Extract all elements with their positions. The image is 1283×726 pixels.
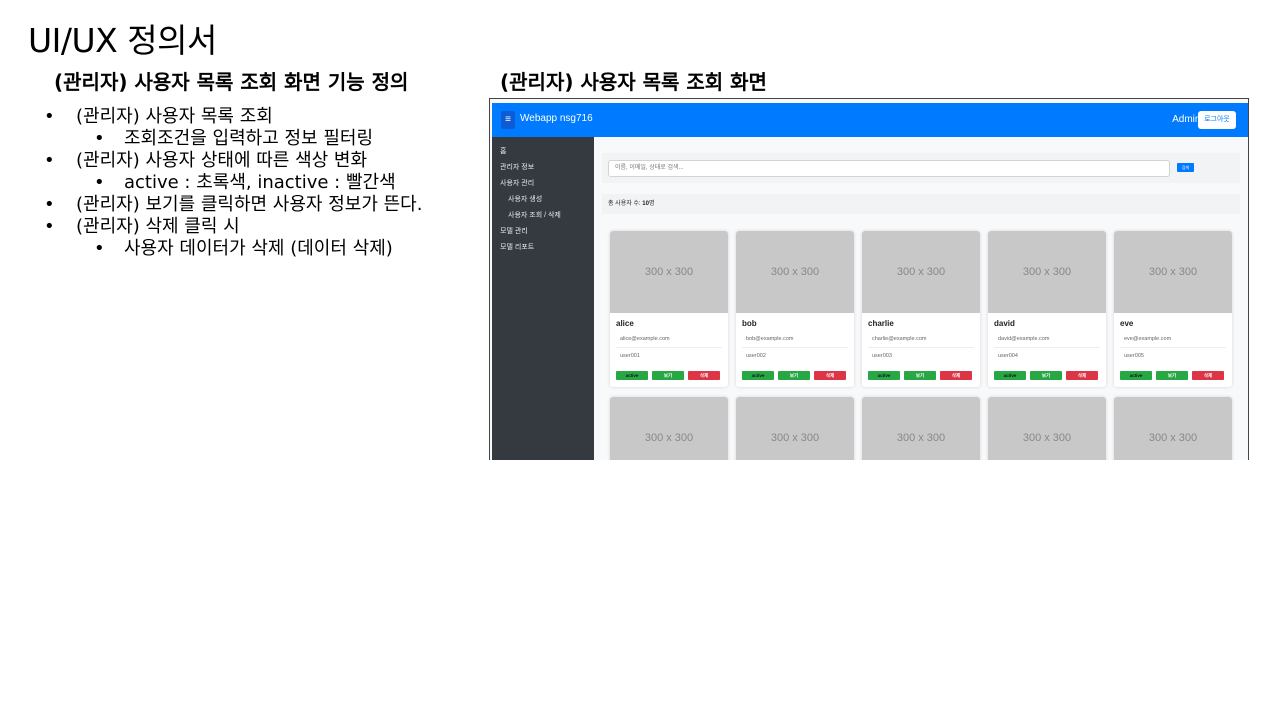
right-heading: (관리자) 사용자 목록 조회 화면 — [500, 70, 767, 94]
user-email: charlie@example.com — [872, 336, 927, 342]
user-name: eve — [1120, 319, 1134, 328]
view-button[interactable]: 보기 — [652, 371, 684, 380]
spec-item: (관리자) 보기를 클릭하면 사용자 정보가 뜬다. — [44, 194, 474, 216]
placeholder-image: 300 x 300 — [862, 397, 980, 460]
sidebar-item-home[interactable]: 홈 — [500, 146, 506, 156]
user-name: alice — [616, 319, 634, 328]
user-card: 300 x 300 — [862, 397, 980, 460]
status-button[interactable]: active — [994, 371, 1026, 380]
spec-sub-item: 조회조건을 입력하고 정보 필터링 — [76, 128, 474, 150]
status-button[interactable]: active — [742, 371, 774, 380]
user-card: 300 x 300 bob bob@example.com user002 ac… — [736, 231, 854, 387]
search-input[interactable]: 이름, 이메일, 상태로 검색... — [608, 160, 1170, 177]
app-screenshot: ≡ Webapp nsg716 Admin1 로그아웃 홈 관리자 정보 사용자… — [489, 98, 1249, 460]
view-button[interactable]: 보기 — [904, 371, 936, 380]
user-card: 300 x 300 eve eve@example.com user005 ac… — [1114, 231, 1232, 387]
sidebar-item-admin-info[interactable]: 관리자 정보 — [500, 162, 534, 172]
placeholder-image: 300 x 300 — [610, 231, 728, 313]
placeholder-image: 300 x 300 — [736, 397, 854, 460]
left-heading: (관리자) 사용자 목록 조회 화면 기능 정의 — [54, 70, 409, 94]
user-id: user005 — [1124, 353, 1144, 359]
user-card: 300 x 300 charlie charlie@example.com us… — [862, 231, 980, 387]
count-value: 10 — [642, 201, 649, 207]
delete-button[interactable]: 삭제 — [940, 371, 972, 380]
user-email: david@example.com — [998, 336, 1050, 342]
hamburger-icon[interactable]: ≡ — [501, 111, 515, 129]
user-email: eve@example.com — [1124, 336, 1172, 342]
user-card: 300 x 300 — [1114, 397, 1232, 460]
count-label: 총 사용자 수: — [608, 201, 643, 207]
sidebar-item-model-management[interactable]: 모델 관리 — [500, 226, 528, 236]
user-email: alice@example.com — [620, 336, 670, 342]
spec-text: (관리자) 사용자 상태에 따른 색상 변화 — [76, 150, 368, 171]
user-id: user003 — [872, 353, 892, 359]
delete-button[interactable]: 삭제 — [1066, 371, 1098, 380]
user-card: 300 x 300 — [736, 397, 854, 460]
user-card: 300 x 300 david david@example.com user00… — [988, 231, 1106, 387]
user-name: david — [994, 319, 1015, 328]
slide-title: UI/UX 정의서 — [28, 21, 217, 60]
placeholder-image: 300 x 300 — [610, 397, 728, 460]
sidebar-item-model-report[interactable]: 모델 리포트 — [500, 242, 534, 252]
divider — [1120, 347, 1226, 348]
divider — [994, 347, 1100, 348]
view-button[interactable]: 보기 — [1030, 371, 1062, 380]
placeholder-image: 300 x 300 — [988, 397, 1106, 460]
spec-item: (관리자) 삭제 클릭 시 사용자 데이터가 삭제 (데이터 삭제) — [44, 216, 474, 260]
sidebar-item-user-create[interactable]: 사용자 생성 — [508, 194, 542, 204]
spec-text: (관리자) 보기를 클릭하면 사용자 정보가 뜬다. — [76, 194, 423, 215]
user-name: bob — [742, 319, 757, 328]
status-button[interactable]: active — [868, 371, 900, 380]
top-navbar: ≡ Webapp nsg716 Admin1 로그아웃 — [492, 103, 1248, 137]
status-button[interactable]: active — [616, 371, 648, 380]
divider — [868, 347, 974, 348]
user-card: 300 x 300 — [610, 397, 728, 460]
search-bar: 이름, 이메일, 상태로 검색... 검색 — [602, 153, 1240, 183]
user-id: user004 — [998, 353, 1018, 359]
view-button[interactable]: 보기 — [778, 371, 810, 380]
user-name: charlie — [868, 319, 894, 328]
placeholder-image: 300 x 300 — [1114, 231, 1232, 313]
divider — [742, 347, 848, 348]
delete-button[interactable]: 삭제 — [1192, 371, 1224, 380]
spec-text: (관리자) 삭제 클릭 시 — [76, 216, 240, 237]
spec-sub-item: 사용자 데이터가 삭제 (데이터 삭제) — [76, 238, 474, 260]
placeholder-image: 300 x 300 — [988, 231, 1106, 313]
view-button[interactable]: 보기 — [1156, 371, 1188, 380]
logout-button[interactable]: 로그아웃 — [1198, 111, 1236, 129]
count-unit: 명 — [648, 201, 655, 207]
status-button[interactable]: active — [1120, 371, 1152, 380]
spec-sub-item: active : 초록색, inactive : 빨간색 — [76, 172, 474, 194]
user-id: user002 — [746, 353, 766, 359]
placeholder-image: 300 x 300 — [736, 231, 854, 313]
user-card: 300 x 300 — [988, 397, 1106, 460]
user-card: 300 x 300 alice alice@example.com user00… — [610, 231, 728, 387]
sidebar-item-user-list[interactable]: 사용자 조회 / 삭제 — [508, 210, 561, 220]
delete-button[interactable]: 삭제 — [688, 371, 720, 380]
user-id: user001 — [620, 353, 640, 359]
spec-item: (관리자) 사용자 목록 조회 조회조건을 입력하고 정보 필터링 — [44, 106, 474, 150]
spec-list: (관리자) 사용자 목록 조회 조회조건을 입력하고 정보 필터링 (관리자) … — [44, 106, 474, 260]
search-button[interactable]: 검색 — [1177, 163, 1194, 172]
placeholder-image: 300 x 300 — [1114, 397, 1232, 460]
delete-button[interactable]: 삭제 — [814, 371, 846, 380]
user-email: bob@example.com — [746, 336, 794, 342]
brand[interactable]: Webapp nsg716 — [520, 113, 593, 124]
spec-item: (관리자) 사용자 상태에 따른 색상 변화 active : 초록색, ina… — [44, 150, 474, 194]
placeholder-image: 300 x 300 — [862, 231, 980, 313]
user-count: 총 사용자 수: 10명 — [602, 194, 1240, 214]
spec-text: (관리자) 사용자 목록 조회 — [76, 106, 273, 127]
sidebar: 홈 관리자 정보 사용자 관리 사용자 생성 사용자 조회 / 삭제 모델 관리… — [492, 137, 594, 460]
divider — [616, 347, 722, 348]
sidebar-item-user-management[interactable]: 사용자 관리 — [500, 178, 534, 188]
